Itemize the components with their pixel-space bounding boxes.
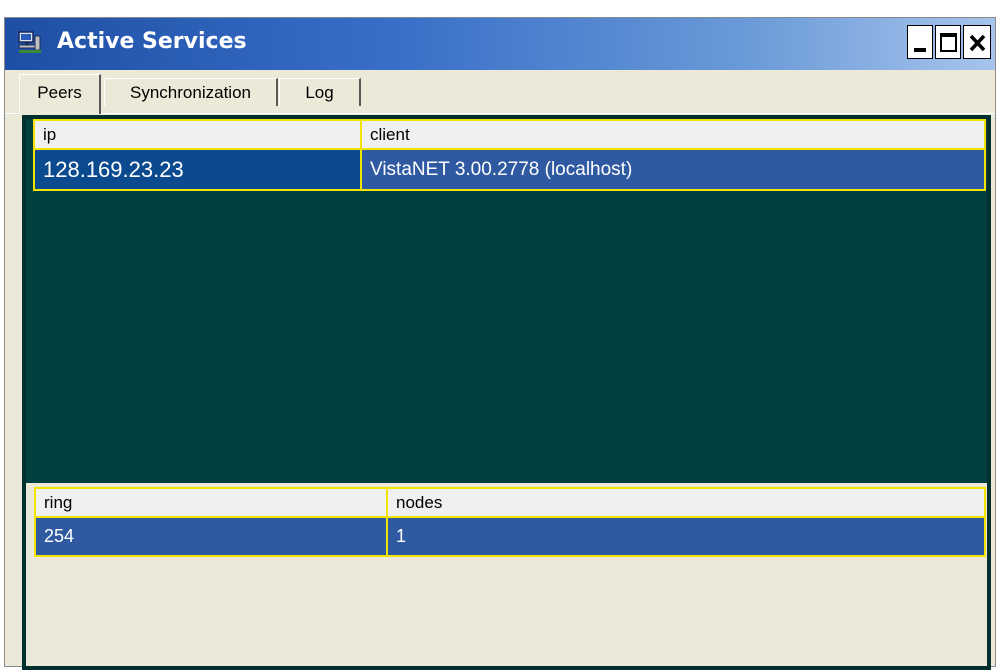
minimize-button[interactable] — [907, 25, 933, 59]
tab-log[interactable]: Log — [279, 78, 361, 106]
ring-id-cell[interactable]: 254 — [34, 516, 388, 557]
minimize-icon — [914, 48, 926, 52]
column-header-nodes[interactable]: nodes — [386, 487, 986, 518]
table-row[interactable]: 254 1 — [34, 516, 986, 557]
close-button[interactable] — [963, 25, 991, 59]
maximize-icon — [940, 33, 957, 52]
rings-table: ring nodes 254 1 — [34, 487, 986, 557]
window-title: Active Services — [57, 29, 247, 54]
active-services-window: Active Services Synchronization Log Peer… — [4, 17, 996, 670]
table-row[interactable]: 128.169.23.23 VistaNET 3.00.2778 (localh… — [33, 148, 986, 191]
peer-client-cell[interactable]: VistaNET 3.00.2778 (localhost) — [360, 148, 986, 191]
close-icon — [969, 34, 986, 52]
peers-header-row: ip client — [33, 119, 986, 150]
tab-strip: Synchronization Log Peers — [5, 70, 995, 116]
ring-nodes-cell[interactable]: 1 — [386, 516, 986, 557]
tab-divider — [5, 113, 995, 114]
tab-peers[interactable]: Peers — [19, 74, 101, 114]
maximize-button[interactable] — [935, 25, 961, 59]
peer-ip-cell[interactable]: 128.169.23.23 — [33, 148, 362, 191]
column-header-ring[interactable]: ring — [34, 487, 388, 518]
peers-table: ip client 128.169.23.23 VistaNET 3.00.27… — [33, 119, 986, 191]
column-header-ip[interactable]: ip — [33, 119, 362, 150]
peers-panel: ip client 128.169.23.23 VistaNET 3.00.27… — [22, 115, 991, 670]
rings-header-row: ring nodes — [34, 487, 986, 518]
title-bar[interactable]: Active Services — [5, 18, 995, 70]
column-header-client[interactable]: client — [360, 119, 986, 150]
tab-synchronization[interactable]: Synchronization — [104, 78, 278, 106]
rings-list-area[interactable]: ring nodes 254 1 — [26, 483, 987, 666]
network-computer-icon — [17, 30, 43, 56]
peers-list-area[interactable]: ip client 128.169.23.23 VistaNET 3.00.27… — [26, 119, 987, 483]
